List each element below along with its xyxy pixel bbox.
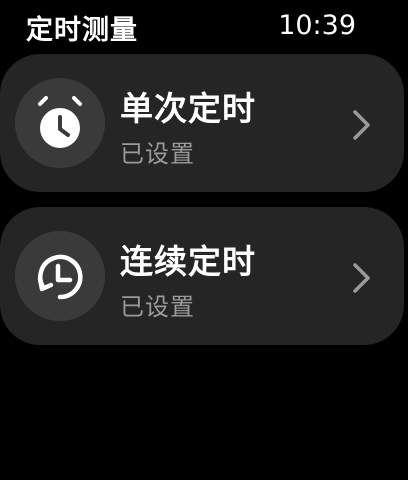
- single-timer-title: 单次定时: [120, 89, 256, 128]
- continuous-timer-status: 已设置: [120, 293, 195, 321]
- single-timer-status: 已设置: [120, 140, 195, 168]
- single-timer-icon-container: [15, 78, 105, 168]
- single-timer-item[interactable]: 单次定时 已设置: [0, 54, 404, 192]
- page-title: 定时测量: [26, 15, 138, 46]
- alarm-clock-icon: [38, 96, 82, 148]
- continuous-timer-icon-container: [15, 231, 105, 321]
- status-time: 10:39: [278, 10, 356, 41]
- chevron-right-icon: [353, 110, 370, 140]
- watch-screen: 定时测量 10:39 单次定时 已设置 连续定时 已设置: [0, 0, 408, 480]
- repeat-clock-icon: [37, 254, 83, 300]
- continuous-timer-item[interactable]: 连续定时 已设置: [0, 207, 404, 345]
- status-bar: 定时测量 10:39: [0, 0, 408, 52]
- continuous-timer-title: 连续定时: [120, 242, 256, 281]
- chevron-right-icon: [353, 263, 370, 293]
